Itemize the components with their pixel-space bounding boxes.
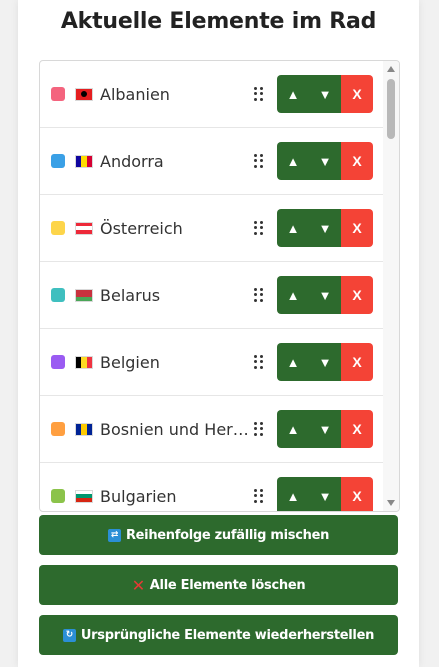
delete-button[interactable]: X — [341, 477, 373, 511]
color-swatch — [51, 154, 65, 168]
delete-button[interactable]: X — [341, 276, 373, 314]
delete-button[interactable]: X — [341, 410, 373, 448]
flag-icon — [75, 154, 93, 168]
flag-icon — [75, 87, 93, 101]
delete-button[interactable]: X — [341, 209, 373, 247]
flag-icon — [75, 221, 93, 235]
move-down-button[interactable]: ▼ — [309, 75, 341, 113]
move-up-button[interactable]: ▲ — [277, 343, 309, 381]
item-name: Österreich — [100, 218, 183, 238]
move-up-button[interactable]: ▲ — [277, 209, 309, 247]
item-name: Belgien — [100, 352, 160, 372]
move-down-button[interactable]: ▼ — [309, 477, 341, 511]
item-name: Bosnien und Herzegowina — [100, 419, 250, 439]
cross-icon: ✕ — [131, 575, 145, 595]
scrollbar-thumb[interactable] — [387, 79, 395, 139]
delete-button[interactable]: X — [341, 142, 373, 180]
flag-icon — [75, 489, 93, 503]
item-name: Belarus — [100, 285, 161, 305]
drag-handle-icon[interactable] — [254, 489, 264, 503]
drag-handle-icon[interactable] — [254, 221, 264, 235]
item-name: Andorra — [100, 151, 164, 171]
drag-handle-icon[interactable] — [254, 154, 264, 168]
list-item[interactable]: Bosnien und Herzegowina ▲▼X — [40, 396, 383, 463]
move-up-button[interactable]: ▲ — [277, 276, 309, 314]
list-item[interactable]: Belgien ▲ ▼ X — [40, 329, 383, 396]
element-list-container: Albanien ▲ ▼ X Andorra ▲ ▼ X Österreich ▲ ▼ X Belaru… — [39, 60, 400, 512]
color-swatch — [51, 221, 65, 235]
clear-all-button[interactable]: ✕ Alle Elemente löschen — [39, 565, 398, 605]
shuffle-icon: ⇄ — [107, 528, 121, 542]
list-item[interactable]: Bulgarien ▲ ▼ X — [40, 463, 383, 511]
wheel-elements-panel: Aktuelle Elemente im Rad Albanien ▲ ▼ X Ando… — [18, 0, 419, 667]
list-item[interactable]: Andorra ▲ ▼ X — [40, 128, 383, 195]
shuffle-order-button[interactable]: ⇄ Reihenfolge zufällig mischen — [39, 515, 398, 555]
list-item[interactable]: Belarus ▲ ▼ X — [40, 262, 383, 329]
item-name: Bulgarien — [100, 486, 177, 506]
move-down-button[interactable]: ▼ — [309, 343, 341, 381]
restore-icon: ↻ — [62, 628, 76, 642]
move-down-button[interactable]: ▼ — [309, 209, 341, 247]
delete-button[interactable]: X — [341, 75, 373, 113]
drag-handle-icon[interactable] — [254, 288, 264, 302]
move-down-button[interactable]: ▼ — [309, 142, 341, 180]
move-up-button[interactable]: ▲ — [277, 142, 309, 180]
color-swatch — [51, 489, 65, 503]
shuffle-label: Reihenfolge zufällig mischen — [125, 527, 330, 543]
color-swatch — [51, 288, 65, 302]
flag-icon — [75, 288, 93, 302]
restore-original-button[interactable]: ↻ Ursprüngliche Elemente wiederherstelle… — [39, 615, 398, 655]
move-up-button[interactable]: ▲ — [277, 477, 309, 511]
color-swatch — [51, 422, 65, 436]
scroll-down-arrow-icon[interactable] — [387, 500, 395, 506]
item-name: Albanien — [100, 84, 170, 104]
restore-label: Ursprüngliche Elemente wiederherstellen — [80, 627, 375, 643]
delete-button[interactable]: X — [341, 343, 373, 381]
drag-handle-icon[interactable] — [254, 422, 264, 436]
list-item[interactable]: Österreich ▲ ▼ X — [40, 195, 383, 262]
move-up-button[interactable]: ▲ — [277, 410, 309, 448]
color-swatch — [51, 355, 65, 369]
flag-icon — [75, 422, 93, 436]
clear-label: Alle Elemente löschen — [149, 577, 306, 593]
move-up-button[interactable]: ▲ — [277, 75, 309, 113]
move-down-button[interactable]: ▼ — [309, 276, 341, 314]
element-list: Albanien ▲ ▼ X Andorra ▲ ▼ X Österreich ▲ ▼ X Belaru… — [40, 61, 383, 511]
list-scrollbar[interactable] — [383, 61, 399, 511]
drag-handle-icon[interactable] — [254, 87, 264, 101]
scroll-up-arrow-icon[interactable] — [387, 66, 395, 72]
list-item[interactable]: Albanien ▲ ▼ X — [40, 61, 383, 128]
panel-title: Aktuelle Elemente im Rad — [60, 9, 377, 34]
color-swatch — [51, 87, 65, 101]
drag-handle-icon[interactable] — [254, 355, 264, 369]
move-down-button[interactable]: ▼ — [309, 410, 341, 448]
flag-icon — [75, 355, 93, 369]
